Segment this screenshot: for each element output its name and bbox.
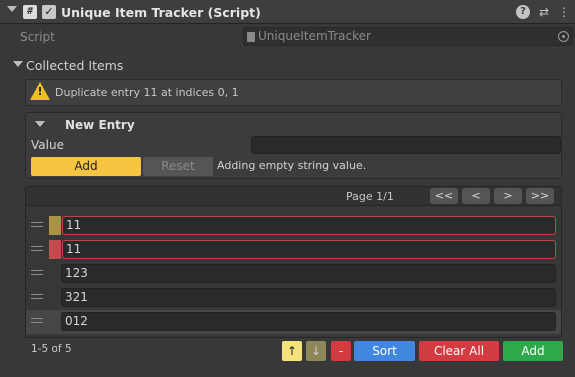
context-menu-icon[interactable]: ⋮ [557,5,571,19]
entry-status-text: Adding empty string value. [217,159,367,172]
new-entry-foldout-icon[interactable] [35,121,45,127]
clear-all-button[interactable]: Clear All [419,341,499,361]
duplicate-marker [49,240,61,259]
new-entry-title[interactable]: New Entry [65,118,135,132]
item-count-label: 1-5 of 5 [31,343,72,355]
warning-text: Duplicate entry 11 at indices 0, 1 [55,86,239,99]
item-field[interactable]: 321 [61,288,556,307]
value-label: Value [31,138,64,152]
script-field-value: UniqueItemTracker [258,29,371,43]
first-page-button[interactable]: << [430,188,458,204]
warning-icon-glyph: ! [37,85,43,98]
component-foldout-icon[interactable] [7,6,17,12]
item-field[interactable]: 11 [62,240,556,259]
collected-items-foldout-icon[interactable] [13,61,23,67]
collected-items-label[interactable]: Collected Items [26,58,123,73]
script-field[interactable]: UniqueItemTracker [243,27,573,46]
item-field[interactable]: 11 [62,216,556,235]
script-icon: # [23,5,37,19]
drag-handle-icon[interactable] [31,294,43,299]
item-field[interactable]: 012 [61,312,556,331]
script-label: Script [20,30,55,44]
page-label: Page 1/1 [346,190,394,203]
value-input[interactable] [251,136,561,154]
sort-button[interactable]: Sort [354,341,415,361]
move-down-button[interactable]: ↓ [306,341,326,361]
drag-handle-icon[interactable] [31,318,43,323]
add-item-button[interactable]: Add [503,341,563,361]
reset-button[interactable]: Reset [143,157,213,176]
add-entry-button[interactable]: Add [31,157,141,176]
component-enabled-checkbox[interactable]: ✓ [42,5,56,19]
prev-page-button[interactable]: < [462,188,490,204]
script-file-icon [247,32,255,42]
object-picker-icon[interactable] [558,31,569,42]
selected-marker [49,216,61,235]
item-field[interactable]: 123 [61,264,556,283]
component-title: Unique Item Tracker (Script) [61,5,261,20]
help-icon[interactable]: ? [516,5,530,19]
drag-handle-icon[interactable] [31,222,43,227]
move-up-button[interactable]: ↑ [282,341,302,361]
next-page-button[interactable]: > [494,188,522,204]
drag-handle-icon[interactable] [31,270,43,275]
drag-handle-icon[interactable] [31,246,43,251]
preset-icon[interactable]: ⇄ [537,5,551,19]
last-page-button[interactable]: >> [526,188,554,204]
remove-item-button[interactable]: - [331,341,351,361]
